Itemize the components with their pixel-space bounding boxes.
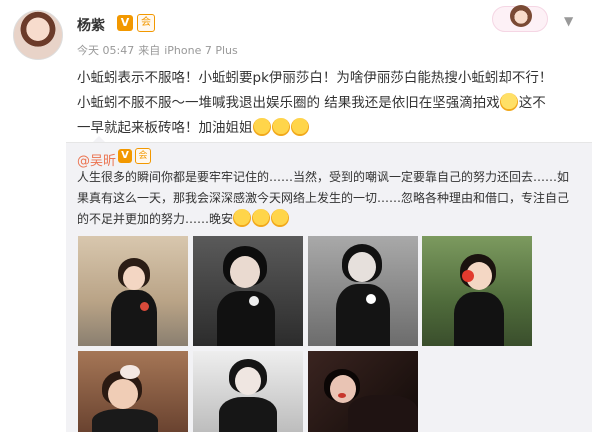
post-meta: 今天 05:47 来自 iPhone 7 Plus bbox=[77, 42, 242, 58]
chevron-down-icon[interactable]: ▼ bbox=[564, 14, 573, 28]
post-line-3-text: 一早就起来板砖咯！加油姐姐 bbox=[77, 120, 253, 136]
post-source[interactable]: iPhone 7 Plus bbox=[164, 44, 238, 57]
decoration-avatar-icon bbox=[510, 5, 532, 27]
figure-dress bbox=[336, 284, 390, 346]
repost-verified-badge: V bbox=[118, 149, 132, 163]
smile-emoji-icon bbox=[252, 118, 271, 136]
hair-bow-icon bbox=[120, 365, 140, 379]
photo-2[interactable] bbox=[193, 236, 303, 346]
repost-line-3-text: 的不足并更加的努力……晚安 bbox=[77, 212, 234, 226]
post-line-2: 小蚯蚓不服不服～一堆喊我退出娱乐圈的 结果我还是依旧在坚强滴拍戏 这不 bbox=[77, 91, 587, 116]
source-prefix: 来自 bbox=[138, 44, 161, 57]
post-line-1: 小蚯蚓表示不服咯！小蚯蚓要pk伊丽莎白！为啥伊丽莎白能热搜小蚯蚓却不行！ bbox=[77, 70, 553, 86]
repost-text: 人生很多的瞬间你都是要牢牢记住的……当然，受到的嘲讽一定要靠自己的努力还回去……… bbox=[77, 167, 587, 230]
verified-badge: V bbox=[117, 15, 133, 31]
repost-line-3: 的不足并更加的努力……晚安 bbox=[77, 209, 587, 230]
lollipop-icon bbox=[140, 302, 149, 311]
lips-icon bbox=[338, 393, 346, 398]
lollipop-icon bbox=[249, 296, 259, 306]
photo-7[interactable] bbox=[308, 351, 418, 432]
figure-dress bbox=[454, 292, 504, 346]
lollipop-icon bbox=[462, 270, 474, 282]
lollipop-icon bbox=[366, 294, 376, 304]
figure-dress bbox=[348, 395, 418, 432]
post-line-2-text: 小蚯蚓不服不服～一堆喊我退出娱乐圈的 结果我还是依旧在坚强滴拍戏 bbox=[77, 95, 500, 111]
sweat-emoji-icon bbox=[499, 93, 518, 111]
smile-emoji-icon bbox=[271, 118, 290, 136]
member-badge: 会 bbox=[137, 14, 155, 32]
photo-4[interactable] bbox=[422, 236, 532, 346]
photo-3[interactable] bbox=[308, 236, 418, 346]
photo-6[interactable] bbox=[193, 351, 303, 432]
moon-emoji-icon bbox=[252, 209, 271, 227]
figure-face bbox=[330, 375, 356, 403]
photo-5[interactable] bbox=[78, 351, 188, 432]
post-line-2-tail: 这不 bbox=[518, 95, 546, 111]
figure-dress bbox=[92, 409, 158, 432]
figure-face bbox=[230, 256, 260, 288]
figure-dress bbox=[217, 291, 275, 346]
post-time[interactable]: 今天 05:47 bbox=[77, 44, 134, 57]
repost-line-2: 果真有这么一天，那我会深深感激今天网络上发生的一切……忽略各种理由和借口，专注自… bbox=[77, 191, 570, 205]
figure-face bbox=[123, 266, 145, 290]
moon-emoji-icon bbox=[271, 209, 290, 227]
repost-member-badge: 会 bbox=[135, 148, 151, 164]
figure-face bbox=[235, 367, 261, 395]
avatar[interactable] bbox=[13, 10, 63, 60]
username[interactable]: 杨紫 bbox=[77, 15, 105, 35]
moon-emoji-icon bbox=[233, 209, 252, 227]
figure-dress bbox=[111, 290, 157, 346]
smile-emoji-icon bbox=[290, 118, 309, 136]
photo-1[interactable] bbox=[78, 236, 188, 346]
figure-face bbox=[108, 379, 138, 409]
repost-line-1: 人生很多的瞬间你都是要牢牢记住的……当然，受到的嘲讽一定要靠自己的努力还回去……… bbox=[77, 170, 570, 184]
post-line-3: 一早就起来板砖咯！加油姐姐 bbox=[77, 116, 587, 141]
figure-dress bbox=[219, 397, 277, 432]
figure-face bbox=[348, 252, 376, 282]
post-text: 小蚯蚓表示不服咯！小蚯蚓要pk伊丽莎白！为啥伊丽莎白能热搜小蚯蚓却不行！ 小蚯蚓… bbox=[77, 66, 587, 141]
